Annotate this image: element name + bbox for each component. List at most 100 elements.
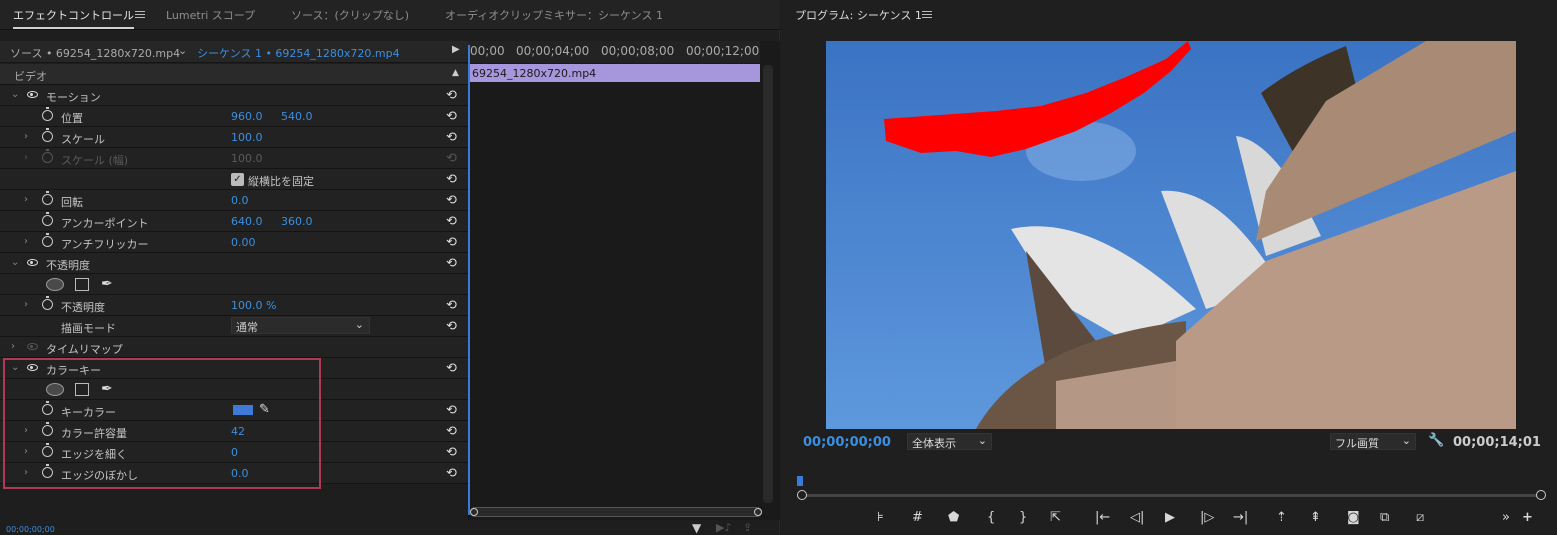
scrubber-track[interactable] bbox=[803, 494, 1541, 497]
zoom-fit-select[interactable]: 全体表示 ⌄ bbox=[907, 433, 992, 450]
reset-icon[interactable]: ⟲ bbox=[446, 88, 457, 103]
reset-icon[interactable]: ⟲ bbox=[446, 361, 457, 376]
reset-icon[interactable]: ⟲ bbox=[446, 256, 457, 271]
anchor-y-value[interactable]: 360.0 bbox=[281, 215, 313, 228]
reset-icon: ⟲ bbox=[446, 151, 457, 166]
filter-icon[interactable]: ▼ bbox=[692, 521, 701, 535]
chevron-down-icon[interactable]: ⌄ bbox=[11, 257, 19, 268]
stopwatch-icon[interactable] bbox=[42, 233, 53, 247]
playback-resolution-value: フル画質 bbox=[1335, 437, 1379, 450]
anchor-x-value[interactable]: 640.0 bbox=[231, 215, 263, 228]
scroll-handle-right[interactable] bbox=[754, 508, 762, 516]
scrubber-handle-left[interactable] bbox=[797, 490, 807, 500]
play-icon[interactable]: ▶ bbox=[1165, 510, 1175, 525]
stopwatch-icon[interactable] bbox=[42, 212, 53, 226]
timeline-clip[interactable]: 69254_1280x720.mp4 bbox=[470, 64, 760, 82]
reset-icon[interactable]: ⟲ bbox=[446, 109, 457, 124]
fx-toggle-eye-icon[interactable] bbox=[27, 259, 38, 266]
vertical-scrollbar[interactable] bbox=[763, 65, 773, 503]
reset-icon[interactable]: ⟲ bbox=[446, 319, 457, 334]
chevron-right-icon[interactable]: › bbox=[24, 299, 28, 310]
mark-in-grid-icon[interactable]: # bbox=[912, 510, 923, 525]
toggle-proxy-icon[interactable]: ⧄ bbox=[1416, 510, 1424, 525]
stopwatch-icon[interactable] bbox=[42, 296, 53, 310]
reset-icon[interactable]: ⟲ bbox=[446, 193, 457, 208]
horizontal-scrollbar[interactable] bbox=[470, 507, 762, 517]
step-back-icon[interactable]: ◁| bbox=[1130, 510, 1144, 525]
pen-mask-icon[interactable]: ✒ bbox=[101, 276, 113, 292]
fx-toggle-eye-icon[interactable] bbox=[27, 91, 38, 98]
reset-icon[interactable]: ⟲ bbox=[446, 466, 457, 481]
add-marker-icon[interactable]: ⊧ bbox=[877, 510, 884, 525]
step-to-out-icon[interactable]: →| bbox=[1233, 510, 1248, 525]
uniform-scale-checkbox[interactable]: ✓ bbox=[231, 173, 244, 186]
chevron-right-icon[interactable]: › bbox=[24, 236, 28, 247]
timeline-ruler[interactable]: 00;00 00;00;04;00 00;00;08;00 00;00;12;0… bbox=[468, 41, 760, 63]
step-to-in-icon[interactable]: |← bbox=[1095, 510, 1110, 525]
reset-icon[interactable]: ⟲ bbox=[446, 130, 457, 145]
scale-row: › スケール 100.0 ⟲ bbox=[0, 127, 468, 148]
stopwatch-icon[interactable] bbox=[42, 191, 53, 205]
rectangle-mask-icon[interactable] bbox=[75, 278, 89, 291]
opacity-value[interactable]: 100.0 % bbox=[231, 299, 276, 312]
reset-icon[interactable]: ⟲ bbox=[446, 214, 457, 229]
mark-out-icon[interactable]: } bbox=[1019, 510, 1027, 525]
rotation-value[interactable]: 0.0 bbox=[231, 194, 249, 207]
opacity-effect-row[interactable]: ⌄ 不透明度 ⟲ bbox=[0, 253, 468, 274]
scale-width-value: 100.0 bbox=[231, 152, 263, 165]
playback-resolution-select[interactable]: フル画質 ⌄ bbox=[1330, 433, 1416, 450]
tab-lumetri-scopes[interactable]: Lumetri スコープ bbox=[166, 7, 255, 23]
program-current-timecode[interactable]: 00;00;00;00 bbox=[803, 435, 891, 450]
time-remap-row[interactable]: › タイムリマップ bbox=[0, 337, 468, 358]
position-x-value[interactable]: 960.0 bbox=[231, 110, 263, 123]
chevron-right-icon[interactable]: › bbox=[24, 194, 28, 205]
sequence-clip-label[interactable]: シーケンス 1 • 69254_1280x720.mp4 bbox=[197, 45, 400, 61]
wrench-icon[interactable]: 🔧 bbox=[1428, 433, 1444, 448]
tab-audio-clip-mixer[interactable]: オーディオクリップミキサー：シーケンス 1 bbox=[445, 7, 663, 23]
position-y-value[interactable]: 540.0 bbox=[281, 110, 313, 123]
camera-icon[interactable]: ◙ bbox=[1347, 510, 1360, 525]
chevron-right-icon[interactable]: › bbox=[24, 131, 28, 142]
anti-flicker-row: › アンチフリッカー 0.00 ⟲ bbox=[0, 232, 468, 253]
panel-menu-icon[interactable] bbox=[922, 11, 932, 18]
playhead[interactable] bbox=[468, 45, 470, 515]
reset-icon[interactable]: ⟲ bbox=[446, 424, 457, 439]
stopwatch-icon[interactable] bbox=[42, 128, 53, 142]
bottom-timecode[interactable]: 00;00;00;00 bbox=[6, 525, 55, 534]
reset-icon[interactable]: ⟲ bbox=[446, 235, 457, 250]
more-buttons-icon[interactable]: » bbox=[1502, 510, 1510, 525]
source-clip-label[interactable]: ソース • 69254_1280x720.mp4 bbox=[10, 45, 180, 61]
blend-mode-select[interactable]: 通常 ⌄ bbox=[231, 317, 370, 334]
ellipse-mask-icon[interactable] bbox=[46, 278, 64, 291]
add-button-icon[interactable]: + bbox=[1522, 510, 1533, 525]
extract-icon[interactable]: ⇞ bbox=[1310, 510, 1321, 525]
tab-effect-controls[interactable]: エフェクトコントロール bbox=[13, 7, 134, 29]
panel-menu-icon[interactable] bbox=[135, 11, 145, 18]
step-forward-icon[interactable]: |▷ bbox=[1200, 510, 1214, 525]
reset-icon[interactable]: ⟲ bbox=[446, 172, 457, 187]
marker-icon[interactable]: ⬟ bbox=[948, 510, 959, 525]
go-to-in-icon[interactable]: ⇱ bbox=[1050, 510, 1061, 525]
collapse-up-icon[interactable]: ▲ bbox=[452, 68, 459, 78]
chevron-right-icon[interactable]: › bbox=[11, 341, 15, 352]
fx-toggle-eye-icon bbox=[27, 343, 38, 350]
scrubber-handle-right[interactable] bbox=[1536, 490, 1546, 500]
scale-value[interactable]: 100.0 bbox=[231, 131, 263, 144]
anti-flicker-value[interactable]: 0.00 bbox=[231, 236, 256, 249]
reset-icon[interactable]: ⟲ bbox=[446, 445, 457, 460]
video-preview[interactable] bbox=[826, 41, 1516, 429]
motion-effect-row[interactable]: ⌄ モーション ⟲ bbox=[0, 85, 468, 106]
tab-source[interactable]: ソース：(クリップなし) bbox=[291, 7, 409, 23]
reset-icon[interactable]: ⟲ bbox=[446, 298, 457, 313]
chevron-down-icon[interactable]: ⌄ bbox=[11, 89, 19, 100]
reset-icon[interactable]: ⟲ bbox=[446, 403, 457, 418]
mark-in-icon[interactable]: { bbox=[987, 510, 995, 525]
chevron-down-icon[interactable]: ⌄ bbox=[178, 44, 187, 57]
program-playhead[interactable] bbox=[797, 476, 803, 486]
tab-program-monitor[interactable]: プログラム: シーケンス 1 bbox=[795, 7, 922, 23]
compare-view-icon[interactable]: ⧉ bbox=[1380, 510, 1389, 525]
lift-icon[interactable]: ⇡ bbox=[1276, 510, 1287, 525]
stopwatch-icon[interactable] bbox=[42, 107, 53, 121]
play-only-icon[interactable]: ▶ bbox=[452, 44, 460, 55]
scroll-handle-left[interactable] bbox=[470, 508, 478, 516]
